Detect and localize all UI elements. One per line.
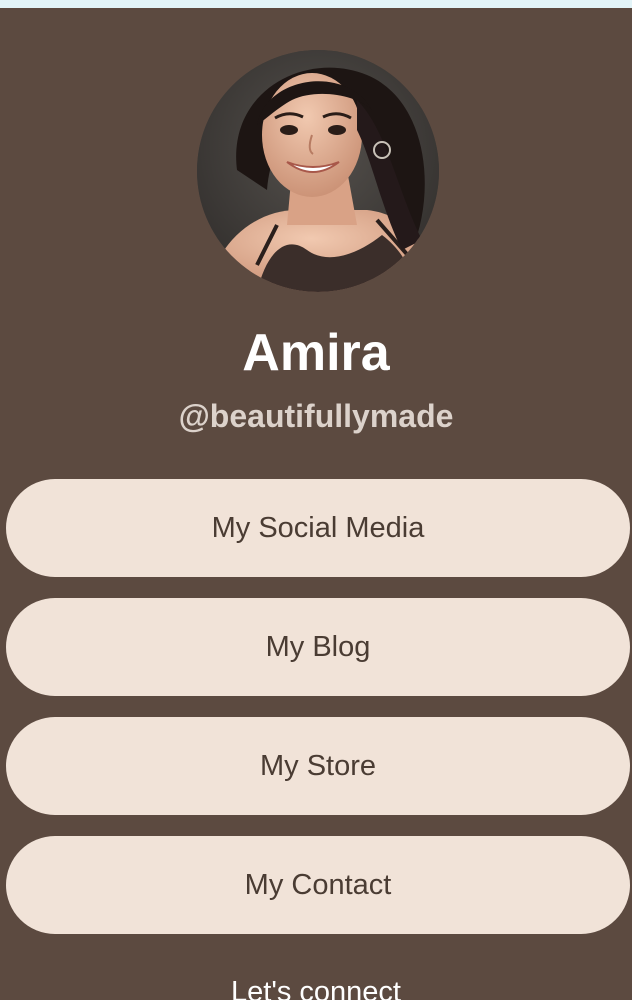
contact-button[interactable]: My Contact bbox=[6, 836, 630, 934]
store-button[interactable]: My Store bbox=[6, 717, 630, 815]
social-media-button[interactable]: My Social Media bbox=[6, 479, 630, 577]
profile-handle: @beautifullymade bbox=[178, 398, 454, 434]
profile-card: Amira @beautifullymade My Social Media M… bbox=[0, 8, 632, 1000]
blog-button[interactable]: My Blog bbox=[6, 598, 630, 696]
profile-name: Amira bbox=[242, 324, 390, 382]
profile-avatar bbox=[197, 50, 439, 292]
lets-connect-heading: Let's connect bbox=[231, 976, 401, 1000]
avatar-photo bbox=[197, 50, 439, 292]
